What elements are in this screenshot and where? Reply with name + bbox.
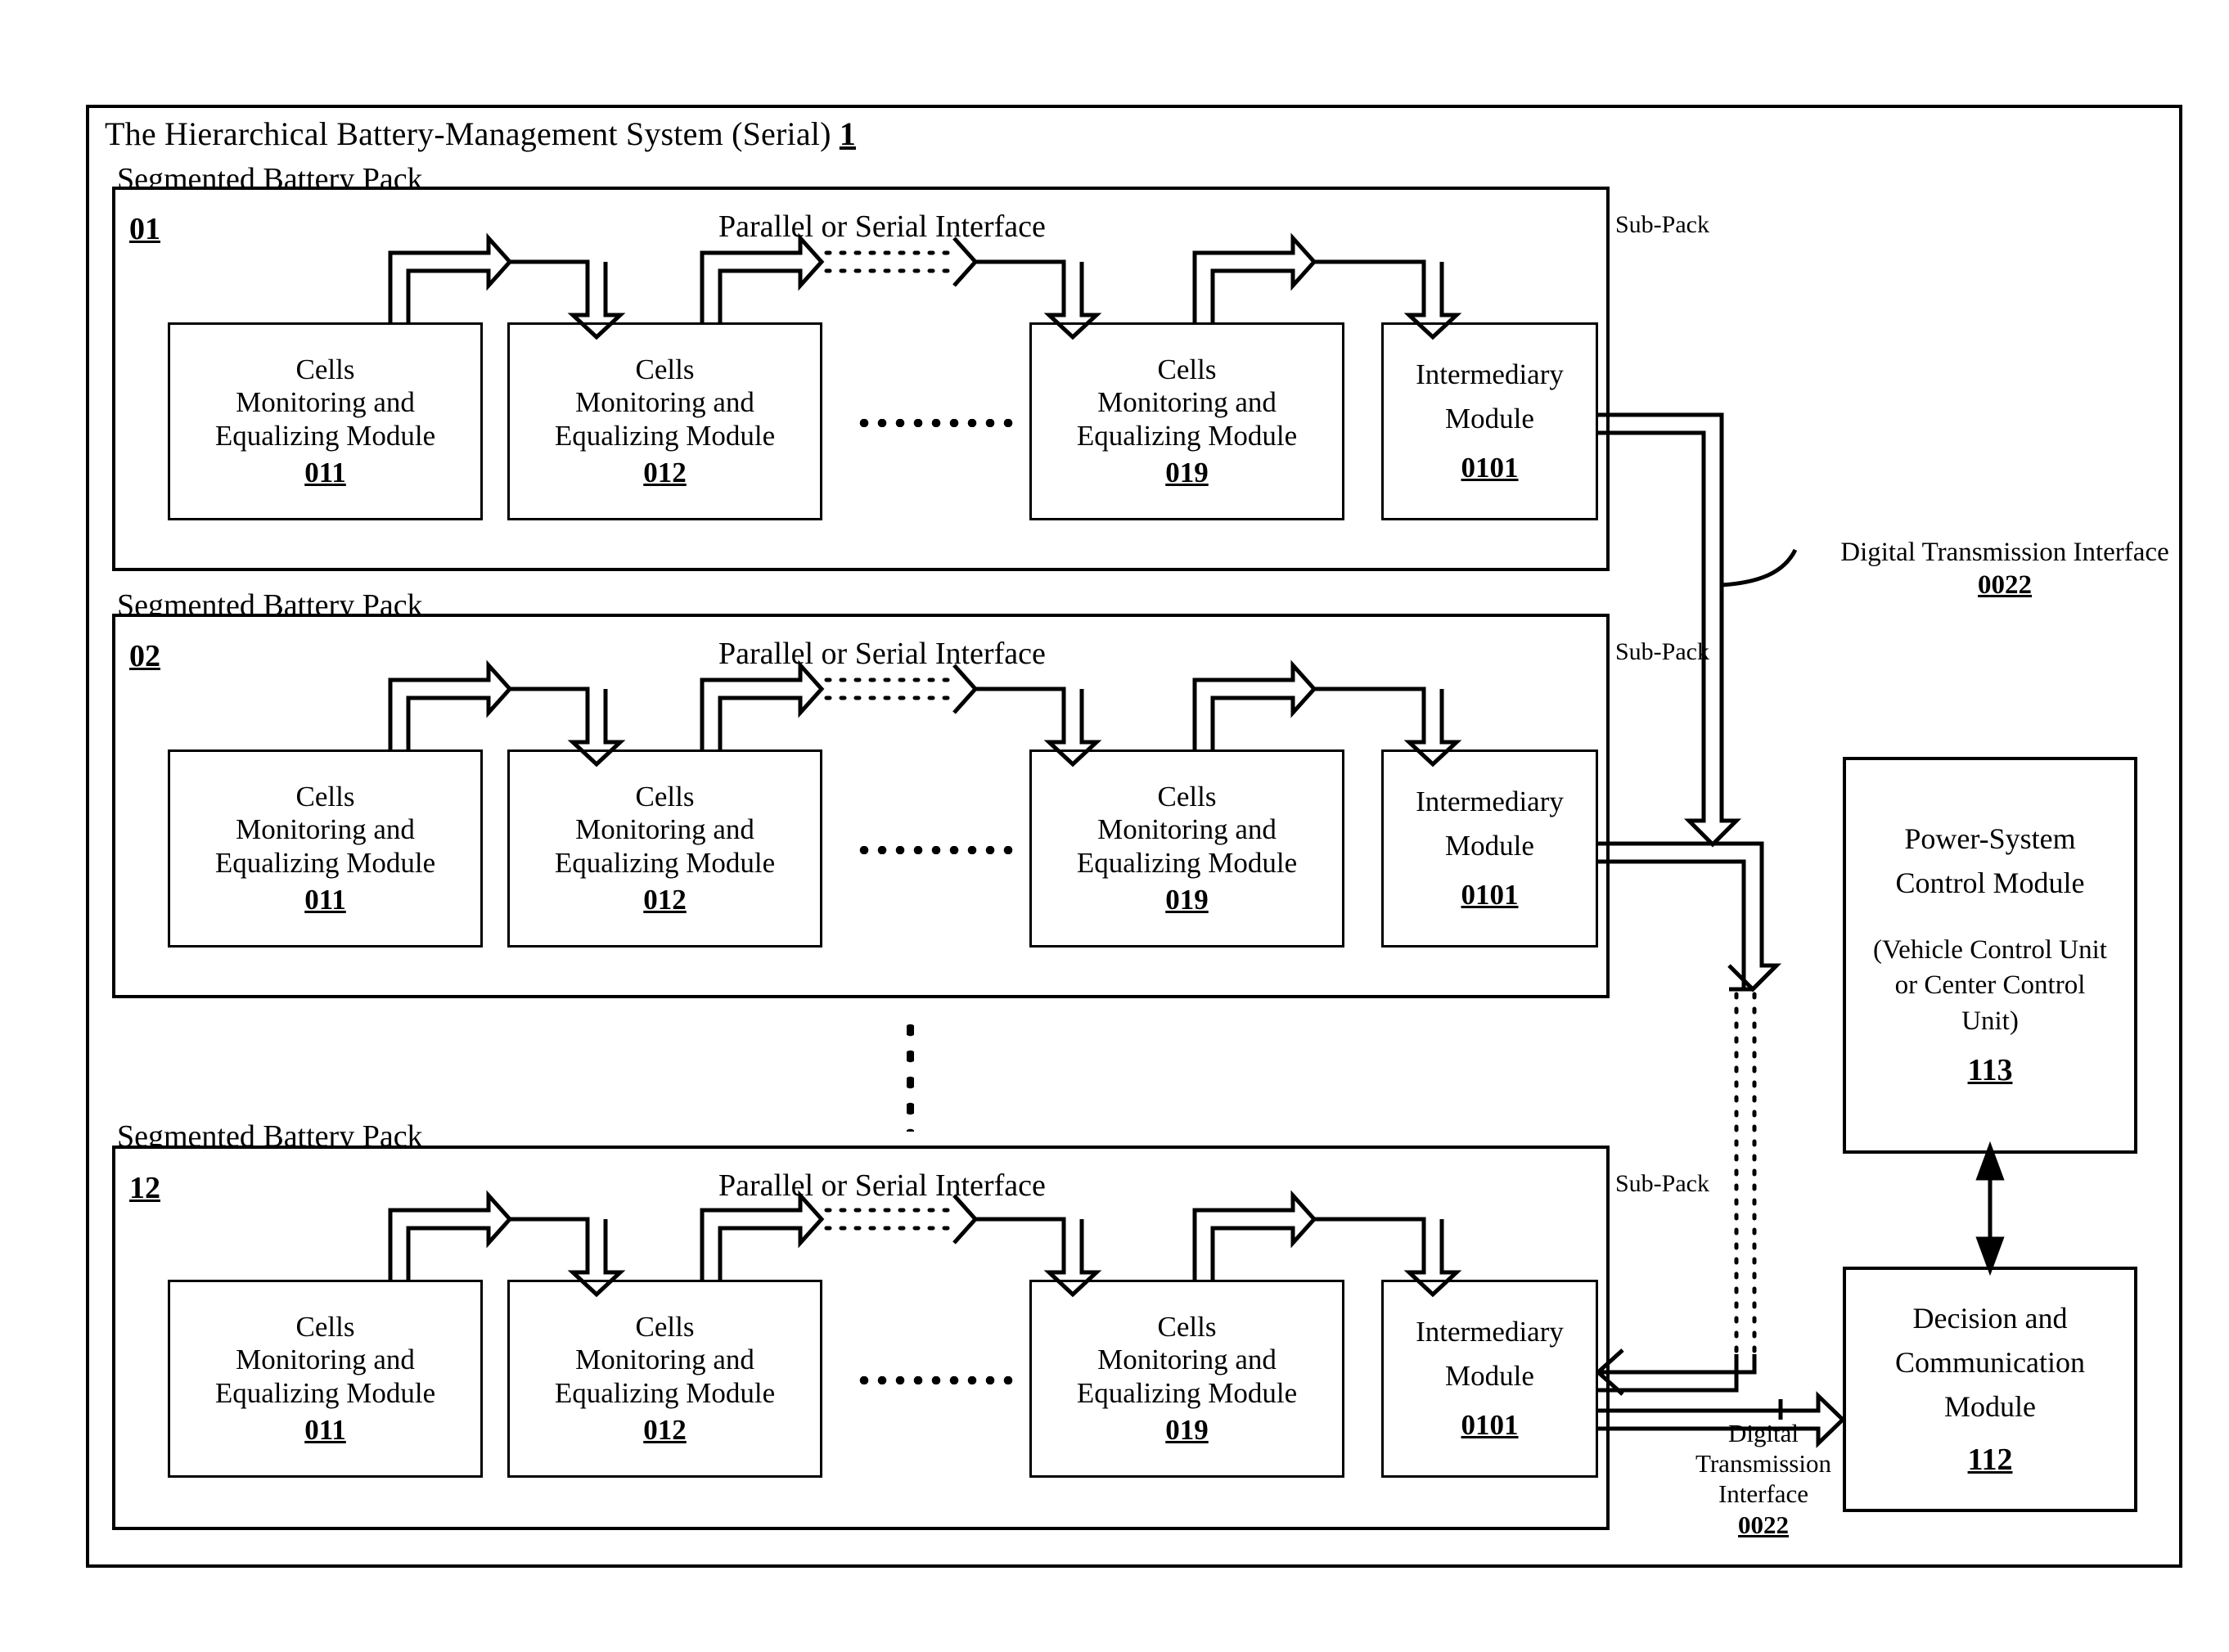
power-system-number: 113	[1967, 1053, 2013, 1088]
cells-module-019-pack2[interactable]: Cells Monitoring and Equalizing Module 0…	[1029, 749, 1344, 948]
module-line1: Cells	[1157, 353, 1217, 385]
module-number: 011	[304, 456, 346, 488]
intermediary-line2: Module	[1445, 402, 1534, 434]
power-system-sub1: (Vehicle Control Unit	[1873, 934, 2107, 965]
dti-bottom-line1: Digital	[1727, 1419, 1799, 1447]
module-number: 019	[1165, 1413, 1209, 1446]
module-line2: Monitoring and	[1097, 386, 1277, 419]
decision-line1: Decision and	[1912, 1301, 2068, 1335]
module-line2: Monitoring and	[1097, 1344, 1277, 1376]
module-number: 012	[643, 456, 687, 488]
digital-transmission-interface-right: Digital Transmission Interface 0022	[1792, 536, 2218, 602]
module-line2: Monitoring and	[575, 386, 754, 419]
ellipsis-horizontal-pack2	[855, 846, 1015, 854]
power-system-line1: Power-System	[1904, 821, 2076, 855]
intermediary-line2: Module	[1445, 1359, 1534, 1392]
module-number: 019	[1165, 883, 1209, 916]
ellipsis-horizontal-pack1	[855, 419, 1015, 427]
intermediary-module-pack2[interactable]: Intermediary Module 0101	[1381, 749, 1598, 948]
power-system-sub3: Unit)	[1961, 1006, 2019, 1036]
system-ref: 1	[839, 115, 857, 152]
module-line3: Equalizing Module	[214, 420, 436, 452]
decision-line3: Module	[1944, 1389, 2036, 1423]
module-line3: Equalizing Module	[214, 847, 436, 879]
module-number: 019	[1165, 456, 1209, 488]
module-number: 012	[643, 883, 687, 916]
intermediary-number: 0101	[1461, 452, 1519, 484]
module-line1: Cells	[295, 353, 355, 385]
decision-communication-module[interactable]: Decision and Communication Module 112	[1843, 1267, 2137, 1512]
ellipsis-vertical-packs	[907, 1017, 914, 1132]
page-title: The Hierarchical Battery-Management Syst…	[105, 115, 856, 153]
intermediary-line2: Module	[1445, 829, 1534, 862]
cells-module-019-pack3[interactable]: Cells Monitoring and Equalizing Module 0…	[1029, 1280, 1344, 1478]
diagram-canvas: The Hierarchical Battery-Management Syst…	[0, 0, 2229, 1652]
module-line1: Cells	[1157, 780, 1217, 812]
module-line3: Equalizing Module	[1076, 420, 1298, 452]
cells-module-011-pack1[interactable]: Cells Monitoring and Equalizing Module 0…	[168, 322, 483, 520]
module-line2: Monitoring and	[1097, 813, 1277, 846]
intermediary-module-pack1[interactable]: Intermediary Module 0101	[1381, 322, 1598, 520]
interface-label-1: Parallel or Serial Interface	[718, 209, 1046, 244]
subpack-label-2: Sub-Pack	[1615, 638, 1709, 665]
module-line2: Monitoring and	[575, 1344, 754, 1376]
digital-transmission-interface-bottom: Digital Transmission Interface 0022	[1661, 1418, 1866, 1540]
dti-bottom-line3: Interface	[1718, 1479, 1809, 1509]
ellipsis-horizontal-pack3	[855, 1376, 1015, 1384]
power-system-line2: Control Module	[1895, 866, 2085, 899]
cells-module-011-pack2[interactable]: Cells Monitoring and Equalizing Module 0…	[168, 749, 483, 948]
interface-label-3: Parallel or Serial Interface	[718, 1168, 1046, 1203]
module-number: 012	[643, 1413, 687, 1446]
module-line3: Equalizing Module	[1076, 847, 1298, 879]
intermediary-line1: Intermediary	[1416, 1315, 1564, 1348]
intermediary-module-pack3[interactable]: Intermediary Module 0101	[1381, 1280, 1598, 1478]
dti-right-number: 0022	[1978, 570, 2032, 601]
pack-ref-2: 02	[129, 639, 160, 673]
module-line3: Equalizing Module	[1076, 1377, 1298, 1409]
intermediary-line1: Intermediary	[1416, 358, 1564, 390]
module-line3: Equalizing Module	[554, 420, 776, 452]
dti-bottom-line2: Transmission	[1695, 1449, 1831, 1479]
module-line1: Cells	[635, 780, 695, 812]
cells-module-012-pack1[interactable]: Cells Monitoring and Equalizing Module 0…	[507, 322, 822, 520]
dti-bottom-number: 0022	[1738, 1510, 1789, 1539]
module-line1: Cells	[635, 1310, 695, 1343]
module-number: 011	[304, 1413, 346, 1446]
module-line3: Equalizing Module	[214, 1377, 436, 1409]
decision-line2: Communication	[1895, 1345, 2085, 1379]
system-title-text: The Hierarchical Battery-Management Syst…	[105, 115, 831, 152]
power-system-sub2: or Center Control	[1894, 970, 2086, 1001]
pack-ref-3: 12	[129, 1171, 160, 1205]
interface-label-2: Parallel or Serial Interface	[718, 637, 1046, 671]
dti-right-label: Digital Transmission Interface	[1840, 538, 2169, 567]
module-line1: Cells	[295, 1310, 355, 1343]
power-system-control-module[interactable]: Power-System Control Module (Vehicle Con…	[1843, 757, 2137, 1154]
intermediary-number: 0101	[1461, 1409, 1519, 1442]
module-line2: Monitoring and	[236, 386, 415, 419]
subpack-label-3: Sub-Pack	[1615, 1170, 1709, 1197]
cells-module-012-pack3[interactable]: Cells Monitoring and Equalizing Module 0…	[507, 1280, 822, 1478]
intermediary-line1: Intermediary	[1416, 785, 1564, 817]
subpack-label-1: Sub-Pack	[1615, 211, 1709, 238]
module-line2: Monitoring and	[236, 813, 415, 846]
module-line3: Equalizing Module	[554, 847, 776, 879]
intermediary-number: 0101	[1461, 879, 1519, 912]
module-number: 011	[304, 883, 346, 916]
module-line3: Equalizing Module	[554, 1377, 776, 1409]
module-line2: Monitoring and	[236, 1344, 415, 1376]
pack-ref-1: 01	[129, 212, 160, 246]
module-line1: Cells	[1157, 1310, 1217, 1343]
module-line1: Cells	[635, 353, 695, 385]
cells-module-012-pack2[interactable]: Cells Monitoring and Equalizing Module 0…	[507, 749, 822, 948]
module-line2: Monitoring and	[575, 813, 754, 846]
cells-module-019-pack1[interactable]: Cells Monitoring and Equalizing Module 0…	[1029, 322, 1344, 520]
cells-module-011-pack3[interactable]: Cells Monitoring and Equalizing Module 0…	[168, 1280, 483, 1478]
decision-number: 112	[1967, 1442, 2013, 1477]
module-line1: Cells	[295, 780, 355, 812]
